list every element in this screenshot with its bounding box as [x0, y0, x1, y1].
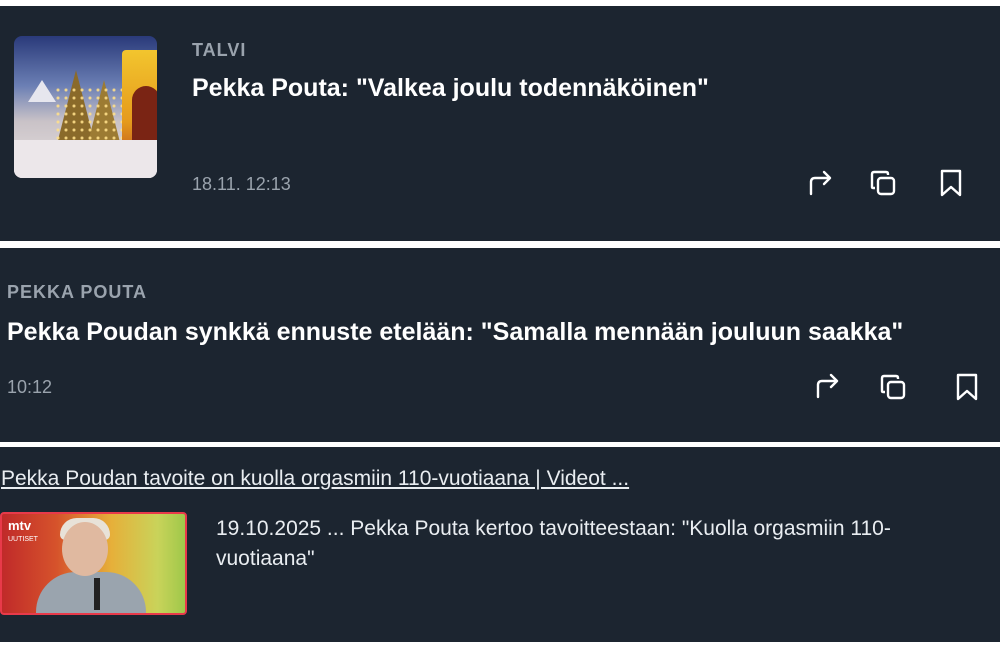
video-thumbnail[interactable]: mtv UUTISET — [0, 512, 187, 615]
news-card-talvi[interactable]: TALVI Pekka Pouta: "Valkea joulu todennä… — [0, 6, 1000, 241]
share-icon[interactable] — [805, 168, 835, 198]
search-result: Pekka Poudan tavoite on kuolla orgasmiin… — [0, 447, 1000, 642]
result-snippet: 19.10.2025 ... Pekka Pouta kertoo tavoit… — [216, 517, 891, 570]
article-title[interactable]: Pekka Poudan synkkä ennuste etelään: "Sa… — [7, 318, 903, 347]
article-timestamp: 10:12 — [7, 377, 53, 397]
bookmark-icon[interactable] — [936, 168, 966, 198]
article-title[interactable]: Pekka Pouta: "Valkea joulu todennäköinen… — [192, 74, 709, 103]
copy-icon[interactable] — [868, 168, 898, 198]
bookmark-icon[interactable] — [952, 372, 982, 402]
mtv-logo: mtv UUTISET — [8, 518, 38, 545]
news-card-pekka-pouta[interactable]: PEKKA POUTA Pekka Poudan synkkä ennuste … — [0, 248, 1000, 442]
article-thumbnail[interactable] — [14, 36, 157, 178]
copy-icon[interactable] — [878, 372, 908, 402]
article-category: PEKKA POUTA — [7, 282, 148, 302]
logo-text: mtv — [8, 518, 32, 533]
logo-subtext: UUTISET — [8, 536, 38, 543]
result-link[interactable]: Pekka Poudan tavoite on kuolla orgasmiin… — [1, 467, 629, 491]
article-category: TALVI — [192, 40, 247, 60]
share-icon[interactable] — [812, 371, 842, 401]
article-timestamp: 18.11. 12:13 — [192, 174, 291, 194]
